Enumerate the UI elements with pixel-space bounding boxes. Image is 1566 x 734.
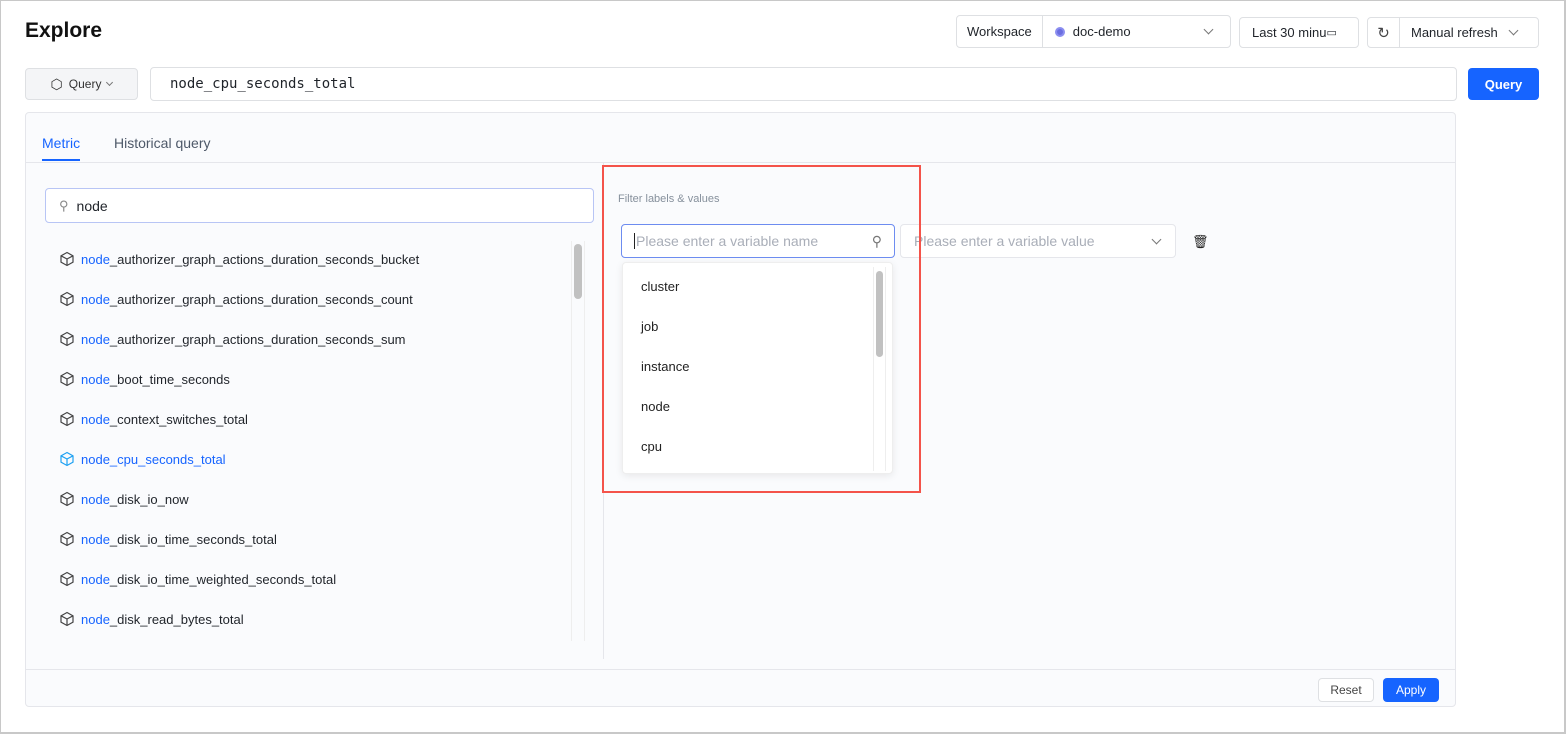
metric-name-match: node	[81, 491, 110, 507]
cube-icon	[59, 451, 75, 467]
cube-icon	[59, 371, 75, 387]
tab-historical-query[interactable]: Historical query	[114, 135, 210, 151]
metric-list-item[interactable]: node_context_switches_total	[59, 411, 248, 427]
metric-list-scrollbar[interactable]	[571, 241, 585, 641]
refresh-icon[interactable]: ↻	[1368, 18, 1400, 47]
tab-metric[interactable]: Metric	[42, 135, 81, 161]
refresh-mode: Manual refresh	[1411, 25, 1498, 40]
metric-search-value: node	[76, 197, 108, 214]
metric-name-match: node	[81, 291, 110, 307]
cube-icon	[59, 411, 75, 427]
metric-name: node_authorizer_graph_actions_duration_s…	[81, 292, 413, 307]
reset-button[interactable]: Reset	[1318, 678, 1374, 702]
metric-name-rest: _disk_io_time_weighted_seconds_total	[109, 571, 337, 587]
metric-name: node_disk_io_now	[81, 492, 189, 507]
metric-name: node_disk_read_bytes_total	[81, 612, 244, 627]
variable-value-placeholder: Please enter a variable value	[914, 233, 1095, 249]
metric-list-item[interactable]: node_disk_io_time_seconds_total	[59, 531, 277, 547]
query-cube-icon: ⬡	[50, 75, 63, 92]
metric-name: node_disk_io_time_weighted_seconds_total	[81, 572, 336, 587]
time-range-value: Last 30 minu	[1252, 25, 1327, 40]
workspace-icon	[1054, 26, 1065, 37]
metric-name-rest: _authorizer_graph_actions_duration_secon…	[109, 251, 420, 267]
metric-list-item[interactable]: node_boot_time_seconds	[59, 371, 230, 387]
metric-name: node_boot_time_seconds	[81, 372, 230, 387]
metric-name-rest: _authorizer_graph_actions_duration_secon…	[109, 331, 406, 347]
cube-icon	[59, 611, 75, 627]
time-range-picker[interactable]: Last 30 minu ▭	[1239, 17, 1359, 48]
cube-icon	[59, 291, 75, 307]
metric-list-item[interactable]: node_authorizer_graph_actions_duration_s…	[59, 331, 406, 347]
metric-name-rest: _disk_io_now	[109, 491, 189, 507]
tab-bar: Metric Historical query	[26, 113, 1455, 163]
metric-name-match: node	[81, 371, 110, 387]
query-mode-select[interactable]: ⬡ Query	[25, 68, 138, 100]
query-mode-label: Query	[68, 77, 102, 91]
metric-name-match: node	[81, 571, 110, 587]
cube-icon	[59, 531, 75, 547]
workspace-label: Workspace	[957, 16, 1043, 47]
highlight-box	[602, 165, 921, 493]
calendar-icon: ▭	[1326, 27, 1337, 39]
chevron-down-icon	[1508, 25, 1519, 36]
query-button[interactable]: Query	[1468, 68, 1539, 100]
workspace-select[interactable]: Workspace doc-demo	[956, 15, 1231, 48]
cube-icon	[59, 251, 75, 267]
metric-name-rest: _disk_io_time_seconds_total	[109, 531, 277, 547]
metric-list-scroll-thumb[interactable]	[574, 244, 582, 299]
footer-divider	[26, 669, 1455, 670]
metric-name-rest: _context_switches_total	[109, 411, 248, 427]
query-input[interactable]: node_cpu_seconds_total	[150, 67, 1457, 101]
metric-name: node_authorizer_graph_actions_duration_s…	[81, 252, 419, 267]
metric-list-item[interactable]: node_cpu_seconds_total	[59, 451, 226, 467]
metric-name-match: node	[81, 331, 110, 347]
apply-button[interactable]: Apply	[1383, 678, 1439, 702]
metric-name: node_context_switches_total	[81, 412, 248, 427]
metric-list-item[interactable]: node_authorizer_graph_actions_duration_s…	[59, 291, 413, 307]
metric-list-item[interactable]: node_disk_read_bytes_total	[59, 611, 244, 627]
metric-name-match: node	[81, 411, 110, 427]
cube-icon	[59, 331, 75, 347]
metric-name: node_cpu_seconds_total	[81, 452, 226, 467]
workspace-value: doc-demo	[1072, 24, 1131, 39]
metric-name-match: node	[81, 611, 110, 627]
refresh-control[interactable]: ↻ Manual refresh	[1367, 17, 1539, 48]
trash-icon[interactable]: 🗑	[1192, 234, 1209, 250]
metric-name-match: node	[81, 451, 110, 467]
metric-list-item[interactable]: node_disk_io_time_weighted_seconds_total	[59, 571, 336, 587]
metric-name: node_authorizer_graph_actions_duration_s…	[81, 332, 406, 347]
metric-list-item[interactable]: node_disk_io_now	[59, 491, 189, 507]
chevron-down-icon	[106, 78, 114, 86]
metric-name-rest: _authorizer_graph_actions_duration_secon…	[109, 291, 413, 307]
metric-name: node_disk_io_time_seconds_total	[81, 532, 277, 547]
metric-search-input[interactable]: ⚲ node	[45, 188, 594, 223]
search-icon: ⚲	[59, 197, 69, 213]
metric-name-rest: _cpu_seconds_total	[109, 451, 226, 467]
metric-name-rest: _disk_read_bytes_total	[109, 611, 244, 627]
chevron-down-icon	[1151, 234, 1162, 244]
page-title: Explore	[25, 19, 103, 42]
variable-value-select[interactable]: Please enter a variable value	[900, 224, 1176, 258]
chevron-down-icon	[1203, 24, 1214, 35]
metric-list-item[interactable]: node_authorizer_graph_actions_duration_s…	[59, 251, 419, 267]
cube-icon	[59, 571, 75, 587]
cube-icon	[59, 491, 75, 507]
metric-name-rest: _boot_time_seconds	[109, 371, 230, 387]
metric-name-match: node	[81, 531, 110, 547]
metric-name-match: node	[81, 251, 110, 267]
